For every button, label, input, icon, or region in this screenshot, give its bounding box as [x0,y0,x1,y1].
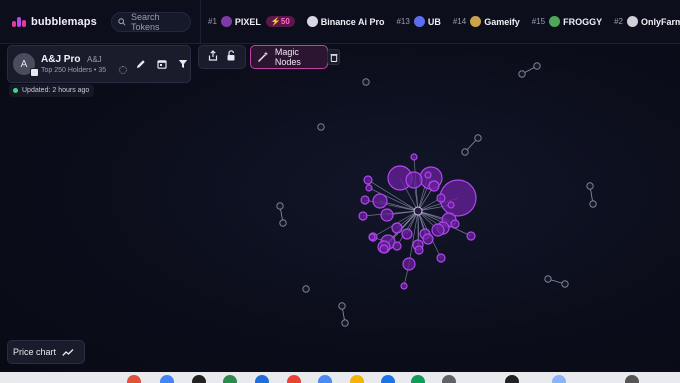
isolated-holder-bubble[interactable] [338,302,346,310]
ticker-name: PIXEL [234,16,261,27]
dock-app-icon[interactable] [505,375,519,383]
holder-bubble[interactable] [447,201,455,209]
isolated-holder-bubble[interactable] [276,202,284,210]
gameify-token-icon [470,16,482,27]
holder-bubble[interactable] [379,244,389,254]
ticker-name: Binance Ai Pro [320,16,385,27]
isolated-holder-bubble[interactable] [341,319,349,327]
isolated-holder-bubble[interactable] [317,123,325,131]
search-placeholder: Search Tokens [130,11,160,32]
holder-bubble[interactable] [358,211,368,221]
isolated-holder-bubble[interactable] [589,200,597,208]
holder-bubble[interactable] [392,241,402,251]
dock-app-icon[interactable] [552,375,566,383]
holder-bubble[interactable] [372,193,388,209]
holder-bubble[interactable] [400,282,408,290]
holder-bubble[interactable] [414,245,424,255]
holder-bubble[interactable] [422,233,434,245]
hub-bubble[interactable] [413,206,423,216]
dock-app-icon[interactable] [192,375,206,383]
holder-bubble[interactable] [410,153,418,161]
bubblemaps-logo-icon [12,16,26,27]
ub-token-icon [413,16,425,27]
isolated-holder-bubble[interactable] [474,134,482,142]
holder-bubble[interactable] [402,257,416,271]
isolated-holder-bubble[interactable] [518,70,526,78]
os-dock [0,372,680,383]
ticker-name: Gameify [484,16,520,27]
price-chart-label: Price chart [13,347,57,357]
holder-bubble[interactable] [391,222,403,234]
ticker-item[interactable]: #2 OnlyFarms [614,16,680,27]
holder-bubble[interactable] [363,175,373,185]
ticker-name: OnlyFarms [641,16,680,27]
holder-bubble[interactable] [431,223,445,237]
isolated-holder-bubble[interactable] [362,78,370,86]
holder-bubble[interactable] [365,184,373,192]
isolated-holder-bubble[interactable] [586,182,594,190]
dock-app-icon[interactable] [411,375,425,383]
ticker-rank: #15 [531,17,546,26]
chart-line-icon [62,348,74,356]
holder-bubble[interactable] [466,231,476,241]
ticker-rank: #13 [396,17,410,26]
top-bar: bubblemaps Search Tokens #1 PIXEL ⚡50 Binan… [0,0,680,44]
isolated-holder-bubble[interactable] [544,275,552,283]
holder-bubble[interactable] [436,253,446,263]
ticker-rank: #1 [208,17,217,26]
dock-app-icon[interactable] [442,375,456,383]
ticker-item[interactable]: #14 Gameify [453,16,520,27]
isolated-holder-bubble[interactable] [461,148,469,156]
price-chart-button[interactable]: Price chart [7,340,85,364]
holder-bubble[interactable] [428,180,440,192]
ticker-rank: #14 [452,17,467,26]
holder-bubble[interactable] [436,193,446,203]
dock-app-icon[interactable] [160,375,174,383]
trending-ticker: #1 PIXEL ⚡50 Binance Ai Pro #13 UB #14 Gameify #… [200,0,680,44]
dock-app-icon[interactable] [381,375,395,383]
onlyfarms-token-icon [627,16,638,27]
isolated-holder-bubble[interactable] [533,62,541,70]
ticker-item[interactable]: #13 UB [396,16,441,27]
pixel-token-icon [220,16,232,27]
ticker-name: FROGGY [563,16,603,27]
dock-app-icon[interactable] [350,375,364,383]
holder-bubble[interactable] [405,171,423,189]
froggy-token-icon [549,16,561,27]
bubble-map-canvas[interactable] [0,44,680,372]
isolated-holder-bubble[interactable] [561,280,569,288]
holder-bubble[interactable] [450,219,460,229]
isolated-holder-bubble[interactable] [302,285,310,293]
holder-bubble[interactable] [360,195,370,205]
dock-app-icon[interactable] [255,375,269,383]
holder-bubble[interactable] [424,171,432,179]
binance-ai-token-icon [306,16,318,27]
ticker-item[interactable]: Binance Ai Pro [306,16,385,27]
dock-app-icon[interactable] [127,375,141,383]
bubblemaps-logo[interactable]: bubblemaps [12,16,97,28]
search-icon [118,17,126,26]
holder-bubble[interactable] [368,233,376,241]
brand-name: bubblemaps [31,15,97,28]
ticker-item[interactable]: #15 FROGGY [532,16,602,27]
dock-app-icon[interactable] [318,375,332,383]
boost-badge: ⚡50 [265,16,295,27]
dock-app-icon[interactable] [223,375,237,383]
dock-app-icon[interactable] [625,375,639,383]
ticker-item[interactable]: #1 PIXEL ⚡50 [208,16,295,27]
ticker-rank: #2 [614,17,623,26]
holder-bubble[interactable] [380,208,394,222]
isolated-holder-bubble[interactable] [279,219,287,227]
holder-bubble[interactable] [401,228,413,240]
dock-app-icon[interactable] [287,375,301,383]
ticker-name: UB [427,16,441,27]
search-input[interactable]: Search Tokens [111,11,191,32]
